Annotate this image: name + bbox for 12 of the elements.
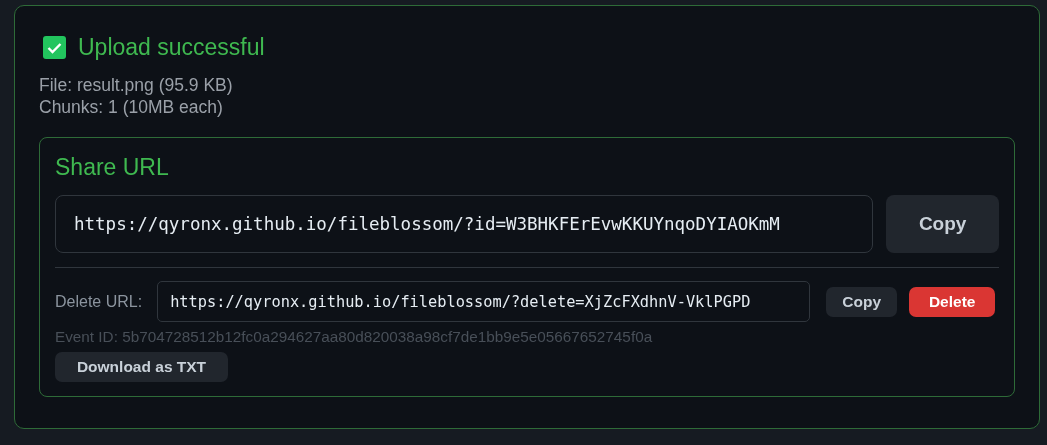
file-detail: File: result.png (95.9 KB) [39, 74, 234, 96]
delete-button[interactable]: Delete [909, 286, 996, 317]
download-button[interactable]: Download as TXT [55, 352, 228, 382]
file-detail: Chunks: 1 (10MB each) [39, 96, 224, 118]
copy-button[interactable]: Copy [886, 195, 999, 253]
copy-button[interactable]: Copy [826, 286, 898, 317]
status-title: Upload successful [78, 34, 265, 61]
event-id: Event ID: 5b704728512b12fc0a294627aa80d820038a98cf7de1bb9e5e05667652745f0a [55, 328, 654, 346]
share-url-field[interactable]: https://qyronx.github.io/fileblossom/?id=W3BHKFErEvwKKUYnqoDYIAOKmM [55, 195, 874, 253]
share-title: Share URL [55, 154, 170, 181]
delete-url-field[interactable]: https://qyronx.github.io/fileblossom/?delete=XjZcFXdhnV-VklPGPD [157, 281, 811, 322]
delete-url-label: Delete URL: [55, 292, 143, 311]
